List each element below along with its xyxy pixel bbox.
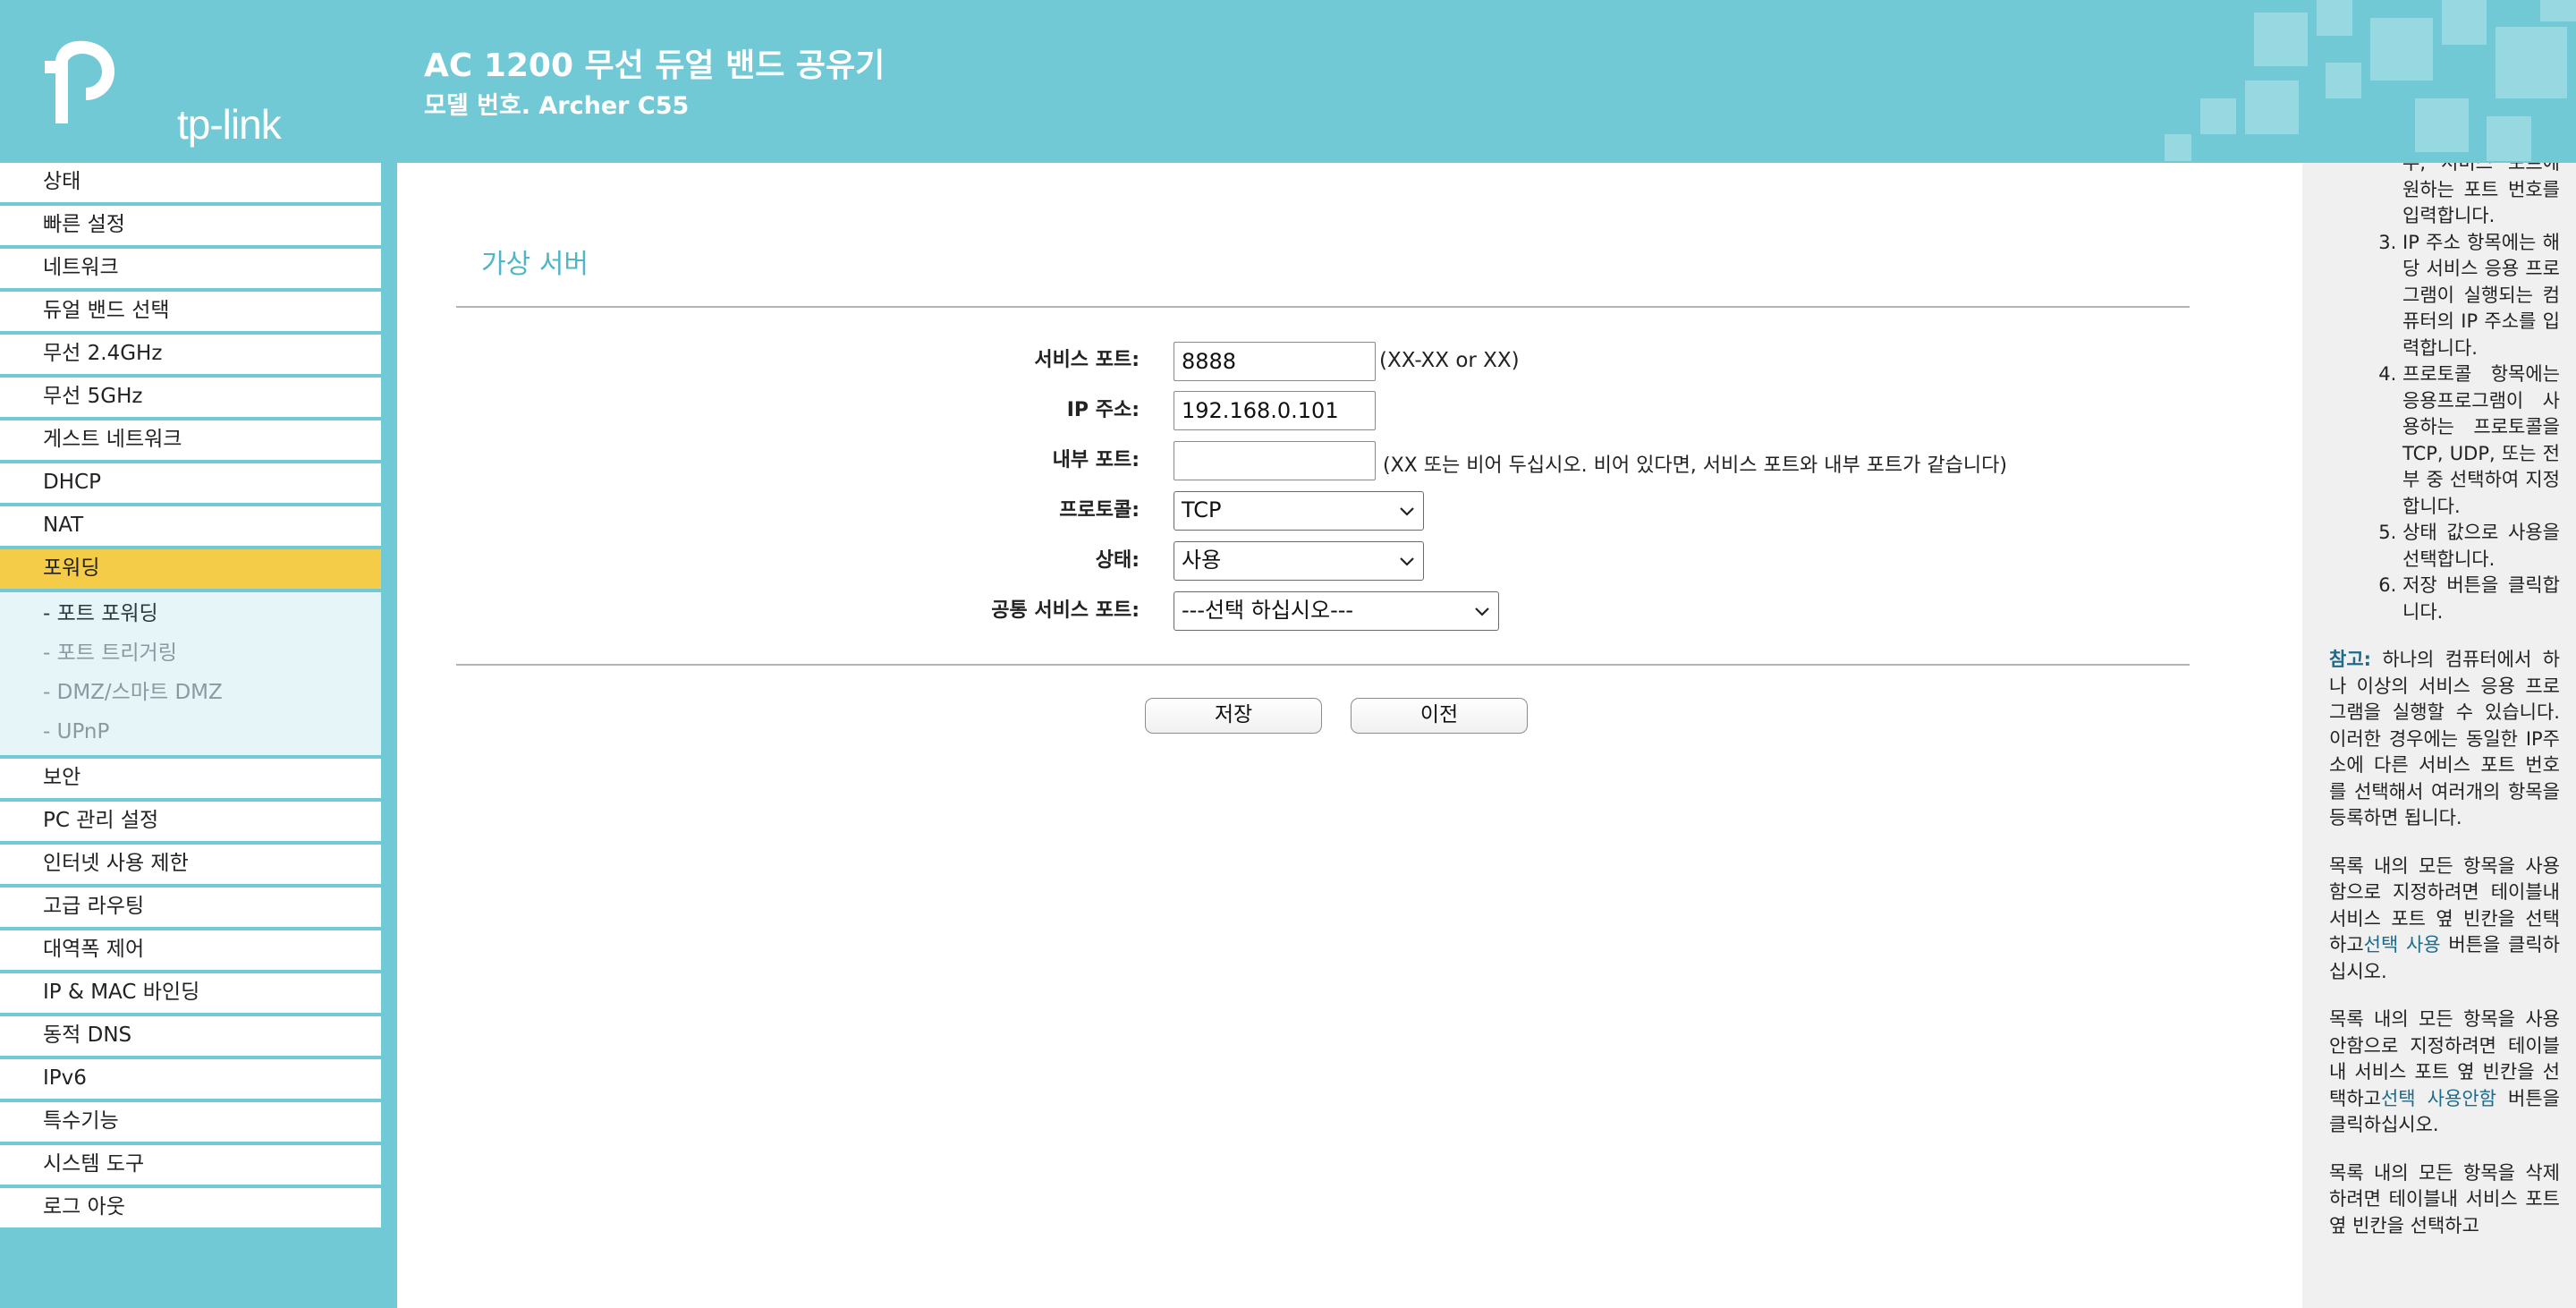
sidebar-subitem-port-triggering[interactable]: - 포트 트리거링	[0, 633, 381, 673]
sidebar-item-wireless-5[interactable]: 무선 5GHz	[0, 378, 381, 417]
sidebar-item-security[interactable]: 보안	[0, 759, 381, 798]
internal-port-input[interactable]	[1174, 441, 1376, 480]
divider-top	[456, 306, 2190, 308]
status-label: 상태:	[1095, 549, 1140, 572]
help-step-2-tail: 우, 서비스 포트에 원하는 포트 번호를 입력합니다.	[2402, 163, 2560, 226]
tp-link-logo: tp-link	[43, 38, 284, 148]
help-step-6: 저장 버튼을 클릭합니다.	[2402, 573, 2560, 625]
common-service-port-selected-value: ---선택 하십시오---	[1182, 598, 1354, 623]
sidebar-item-advanced-routing[interactable]: 고급 라우팅	[0, 888, 381, 927]
logo-wordmark: tp-link	[177, 101, 282, 148]
ip-address-label: IP 주소:	[1066, 399, 1140, 421]
forwarding-submenu: - 포트 포워딩 - 포트 트리거링 - DMZ/스마트 DMZ - UPnP	[0, 592, 381, 755]
common-service-port-select[interactable]: ---선택 하십시오---	[1174, 591, 1499, 631]
help-content: 우, 서비스 포트에 원하는 포트 번호를 입력합니다. IP 주소 항목에는 …	[2329, 163, 2560, 1261]
help-note-label: 참고:	[2329, 649, 2372, 670]
sidebar-item-wireless-24[interactable]: 무선 2.4GHz	[0, 335, 381, 374]
help-note-text: 하나의 컴퓨터에서 하나 이상의 서비스 응용 프로그램을 실행할 수 있습니다…	[2329, 649, 2560, 828]
internal-port-hint: (XX 또는 비어 두십시오. 비어 있다면, 서비스 포트와 내부 포트가 같…	[1383, 454, 2007, 477]
sidebar-item-bandwidth-control[interactable]: 대역폭 제어	[0, 930, 381, 970]
common-service-port-label: 공통 서비스 포트:	[991, 599, 1140, 622]
sidebar-item-special-features[interactable]: 특수기능	[0, 1102, 381, 1142]
chevron-down-icon	[1400, 557, 1414, 566]
service-port-hint: (XX-XX or XX)	[1379, 349, 1520, 372]
page-title: 가상 서버	[481, 249, 589, 280]
help-delete-paragraph: 목록 내의 모든 항목을 삭제하려면 테이블내 서비스 포트 옆 빈칸을 선택하…	[2329, 1161, 2560, 1236]
help-enable-paragraph: 목록 내의 모든 항목을 사용함으로 지정하려면 테이블내 서비스 포트 옆 빈…	[2329, 854, 2560, 986]
protocol-select[interactable]: TCP	[1174, 491, 1424, 531]
sidebar-item-pc-management[interactable]: PC 관리 설정	[0, 802, 381, 841]
save-button[interactable]: 저장	[1145, 698, 1322, 734]
sidebar-item-system-tools[interactable]: 시스템 도구	[0, 1145, 381, 1185]
sidebar-item-network[interactable]: 네트워크	[0, 249, 381, 288]
divider-bottom	[456, 664, 2190, 666]
internal-port-label: 내부 포트:	[1052, 449, 1140, 471]
sidebar-item-dhcp[interactable]: DHCP	[0, 463, 381, 503]
sidebar-subitem-upnp[interactable]: - UPnP	[0, 712, 381, 752]
help-disable-button-ref: 선택 사용안함	[2380, 1087, 2496, 1109]
sidebar-item-ip-mac-binding[interactable]: IP & MAC 바인딩	[0, 973, 381, 1013]
help-step-5: 상태 값으로 사용을 선택합니다.	[2402, 520, 2560, 573]
tp-link-logo-icon	[45, 40, 114, 123]
help-panel: 우, 서비스 포트에 원하는 포트 번호를 입력합니다. IP 주소 항목에는 …	[2302, 163, 2576, 1308]
status-select[interactable]: 사용	[1174, 541, 1424, 581]
protocol-selected-value: TCP	[1182, 497, 1222, 522]
help-enable-button-ref: 선택 사용	[2363, 934, 2441, 956]
sidebar-item-forwarding[interactable]: 포워딩	[0, 549, 381, 589]
sidebar-item-nat[interactable]: NAT	[0, 506, 381, 546]
header-banner: tp-link AC 1200 무선 듀얼 밴드 공유기 모델 번호. Arch…	[0, 0, 2576, 163]
service-port-label: 서비스 포트:	[1034, 349, 1140, 371]
status-selected-value: 사용	[1182, 548, 1222, 573]
sidebar-item-status[interactable]: 상태	[0, 163, 381, 202]
sidebar-item-logout[interactable]: 로그 아웃	[0, 1188, 381, 1227]
sidebar-subitem-port-forwarding[interactable]: - 포트 포워딩	[0, 594, 381, 633]
back-button[interactable]: 이전	[1351, 698, 1528, 734]
sidebar-item-ipv6[interactable]: IPv6	[0, 1059, 381, 1099]
sidebar-item-dual-band[interactable]: 듀얼 밴드 선택	[0, 292, 381, 331]
main-content: 가상 서버 서비스 포트: (XX-XX or XX) IP 주소: 내부 포트…	[397, 163, 2302, 1308]
sidebar-item-quick-setup[interactable]: 빠른 설정	[0, 206, 381, 245]
sidebar-subitem-dmz[interactable]: - DMZ/스마트 DMZ	[0, 673, 381, 712]
product-title: AC 1200 무선 듀얼 밴드 공유기	[424, 47, 886, 84]
ip-address-input[interactable]	[1174, 391, 1376, 430]
sidebar: 상태 빠른 설정 네트워크 듀얼 밴드 선택 무선 2.4GHz 무선 5GHz…	[0, 163, 397, 1308]
protocol-label: 프로토콜:	[1059, 499, 1140, 522]
sidebar-menu: 상태 빠른 설정 네트워크 듀얼 밴드 선택 무선 2.4GHz 무선 5GHz…	[0, 163, 381, 1231]
model-number: 모델 번호. Archer C55	[424, 92, 690, 120]
sidebar-item-dynamic-dns[interactable]: 동적 DNS	[0, 1016, 381, 1056]
sidebar-item-guest-network[interactable]: 게스트 네트워크	[0, 420, 381, 460]
help-step-4: 프로토콜 항목에는 응용프로그램이 사용하는 프로토콜을 TCP, UDP, 또…	[2402, 361, 2560, 520]
header-decoration	[2165, 0, 2576, 161]
sidebar-item-access-control[interactable]: 인터넷 사용 제한	[0, 845, 381, 884]
service-port-input[interactable]	[1174, 342, 1376, 381]
chevron-down-icon	[1475, 607, 1489, 616]
chevron-down-icon	[1400, 507, 1414, 516]
help-step-3: IP 주소 항목에는 해당 서비스 응용 프로그램이 실행되는 컴퓨터의 IP …	[2402, 230, 2560, 362]
help-note: 참고: 하나의 컴퓨터에서 하나 이상의 서비스 응용 프로그램을 실행할 수 …	[2329, 647, 2560, 832]
help-disable-paragraph: 목록 내의 모든 항목을 사용안함으로 지정하려면 테이블내 서비스 포트 옆 …	[2329, 1006, 2560, 1139]
